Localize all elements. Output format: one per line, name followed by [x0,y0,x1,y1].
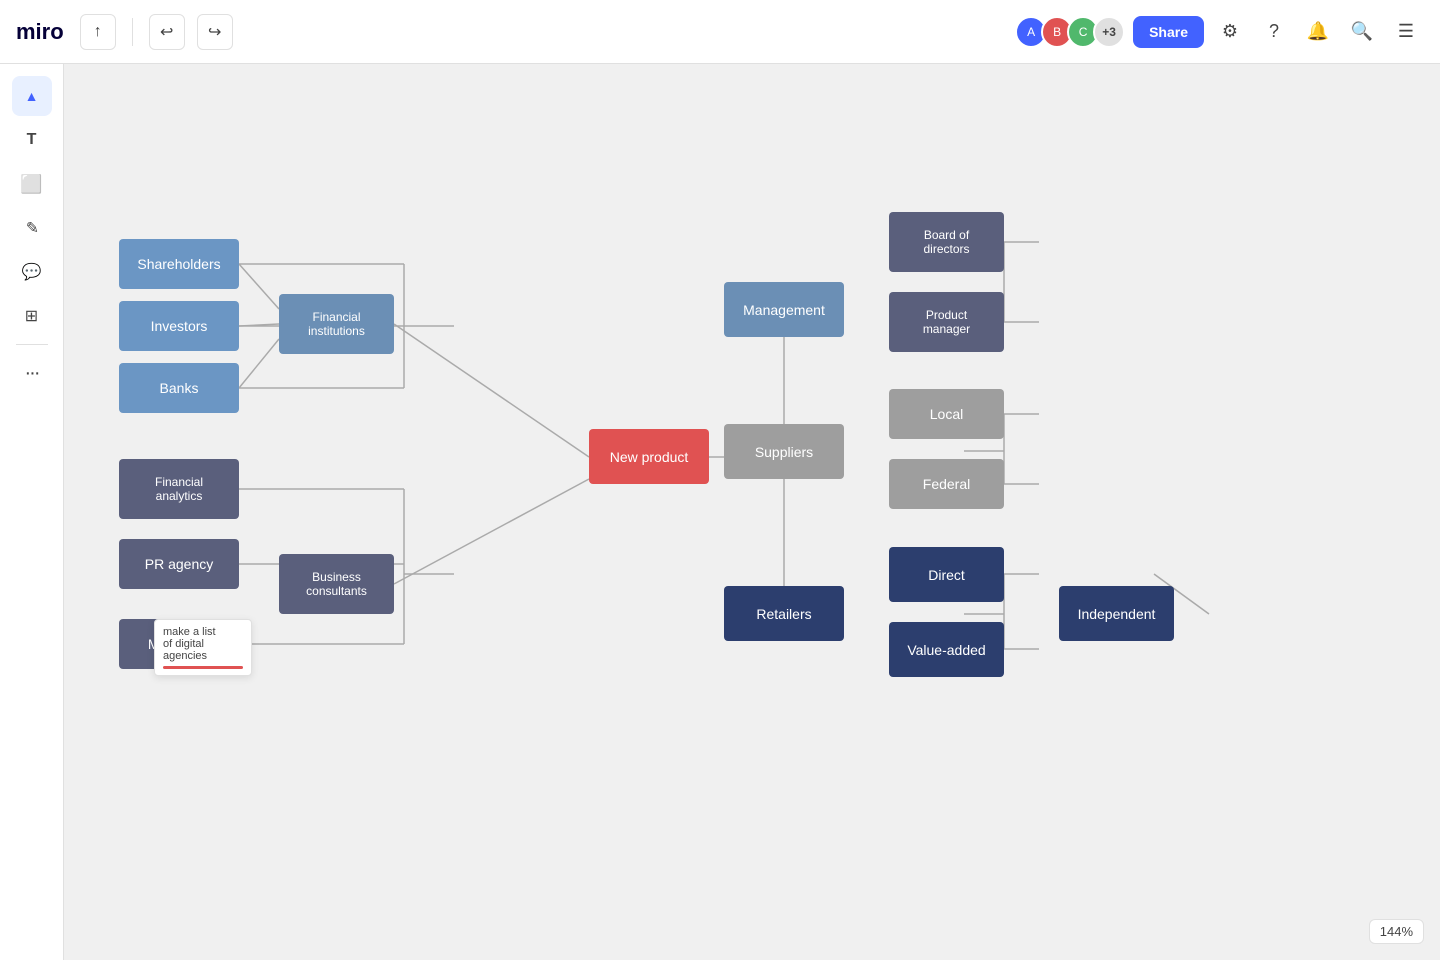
node-local[interactable]: Local [889,389,1004,439]
node-pr-agency[interactable]: PR agency [119,539,239,589]
node-board-of-directors[interactable]: Board of directors [889,212,1004,272]
node-financial-analytics[interactable]: Financial analytics [119,459,239,519]
mindmap: New product Shareholders Investors Banks Fin… [64,64,1440,960]
avatar-group: A B C +3 [1015,16,1125,48]
node-marketers[interactable]: Marketers [119,619,239,669]
comment-tool[interactable]: 💬 [12,252,52,292]
select-tool[interactable]: ▲ [12,76,52,116]
undo-button[interactable]: ↩ [149,14,185,50]
node-management[interactable]: Management [724,282,844,337]
settings-icon[interactable]: ⚙ [1212,14,1248,50]
frame-tool[interactable]: ⊞ [12,296,52,336]
redo-button[interactable]: ↪ [197,14,233,50]
pen-tool[interactable]: ✏ [3,200,60,257]
node-direct[interactable]: Direct [889,547,1004,602]
node-business-consultants[interactable]: Business consultants [279,554,394,614]
node-shareholders[interactable]: Shareholders [119,239,239,289]
node-suppliers[interactable]: Suppliers [724,424,844,479]
sticky-tool[interactable]: ⬜ [12,164,52,204]
node-financial-institutions[interactable]: Financial institutions [279,294,394,354]
connections-svg [64,64,1440,960]
logo: miro [16,19,64,45]
node-new-product[interactable]: New product [589,429,709,484]
node-independent[interactable]: Independent [1059,586,1174,641]
node-federal[interactable]: Federal [889,459,1004,509]
search-icon[interactable]: 🔍 [1344,14,1380,50]
more-tools[interactable]: ··· [12,353,52,393]
text-tool[interactable]: T [12,120,52,160]
toolbar: ▲ T ⬜ ✏ 💬 ⊞ ··· [0,64,64,960]
node-product-manager[interactable]: Product manager [889,292,1004,352]
share-button[interactable]: Share [1133,16,1204,48]
canvas[interactable]: New product Shareholders Investors Banks Fin… [64,64,1440,960]
zoom-indicator: 144% [1369,919,1424,944]
help-icon[interactable]: ? [1256,14,1292,50]
header: miro ↑ ↩ ↪ A B C +3 Share ⚙ ? 🔔 🔍 ☰ [0,0,1440,64]
avatar-count: +3 [1093,16,1125,48]
menu-icon[interactable]: ☰ [1388,14,1424,50]
upload-button[interactable]: ↑ [80,14,116,50]
node-investors[interactable]: Investors [119,301,239,351]
header-right: A B C +3 Share ⚙ ? 🔔 🔍 ☰ [1015,14,1424,50]
node-banks[interactable]: Banks [119,363,239,413]
notification-icon[interactable]: 🔔 [1300,14,1336,50]
node-retailers[interactable]: Retailers [724,586,844,641]
header-separator [132,18,133,46]
node-value-added[interactable]: Value-added [889,622,1004,677]
tool-separator [16,344,48,345]
